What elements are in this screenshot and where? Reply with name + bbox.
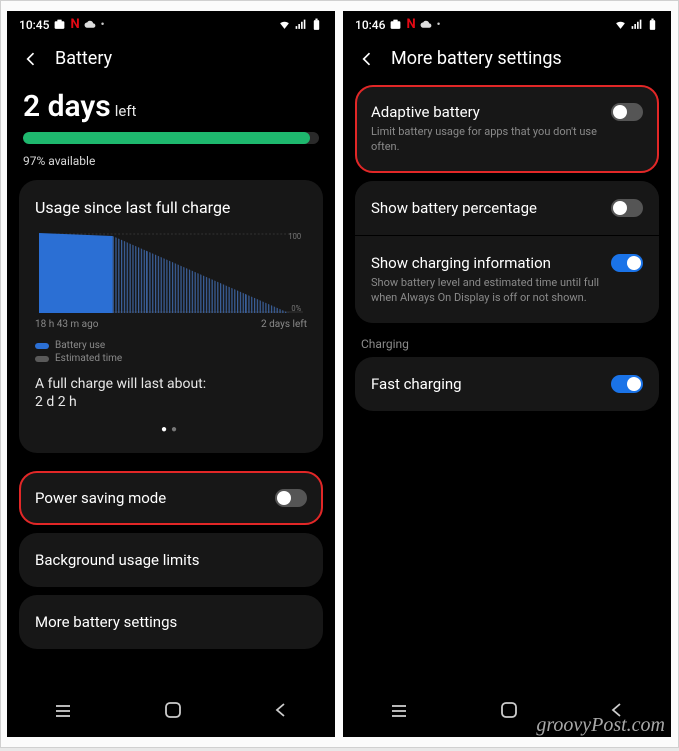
chart-x-right: 2 days left — [261, 319, 307, 330]
background-usage-limits-label: Background usage limits — [35, 551, 199, 569]
more-icon: • — [101, 18, 105, 31]
cloud-icon — [420, 18, 433, 31]
adaptive-battery-sub: Limit battery usage for apps that you do… — [371, 125, 601, 155]
battery-days-remaining: 2 days left — [19, 79, 323, 124]
camera-icon — [53, 18, 66, 31]
usage-card[interactable]: Usage since last full charge 100 0% — [19, 180, 323, 453]
phone-left: 10:45 N • Battery 2 days left — [7, 11, 335, 737]
signal-icon — [630, 18, 643, 31]
signal-icon — [294, 18, 307, 31]
back-button[interactable] — [273, 702, 289, 722]
show-charging-info-sub: Show battery level and estimated time un… — [371, 276, 601, 306]
charging-section-label: Charging — [355, 331, 659, 357]
home-button[interactable] — [500, 701, 518, 723]
header: Battery — [7, 34, 335, 79]
wifi-icon — [278, 18, 291, 31]
show-charging-info-toggle[interactable] — [611, 254, 643, 272]
home-button[interactable] — [164, 701, 182, 723]
show-battery-percentage-row[interactable]: Show battery percentage — [355, 181, 659, 236]
days-value: 2 days — [23, 89, 111, 124]
more-icon: • — [437, 18, 441, 31]
usage-card-title: Usage since last full charge — [35, 198, 307, 217]
more-battery-settings-label: More battery settings — [35, 613, 177, 631]
estimate-block: A full charge will last about: 2 d 2 h — [35, 376, 307, 410]
camera-icon — [389, 18, 402, 31]
chart-legend: Battery use Estimated time — [35, 340, 307, 364]
status-bar: 10:46 N • — [343, 11, 671, 34]
chart-x-left: 18 h 43 m ago — [35, 319, 98, 330]
battery-icon — [310, 18, 323, 31]
status-bar: 10:45 N • — [7, 11, 335, 34]
status-time: 10:46 — [355, 18, 385, 32]
estimate-label: A full charge will last about: — [35, 376, 307, 392]
adaptive-battery-row[interactable]: Adaptive battery Limit battery usage for… — [355, 85, 659, 173]
show-battery-percentage-label: Show battery percentage — [371, 199, 537, 217]
wifi-icon — [614, 18, 627, 31]
fast-charging-row[interactable]: Fast charging — [355, 357, 659, 411]
more-battery-settings-row[interactable]: More battery settings — [19, 595, 323, 649]
battery-progress-bar — [23, 132, 319, 144]
background-usage-limits-row[interactable]: Background usage limits — [19, 533, 323, 587]
card-pagination-dots[interactable]: ●● — [35, 424, 307, 435]
cloud-icon — [84, 18, 97, 31]
header: More battery settings — [343, 34, 671, 79]
battery-icon — [646, 18, 659, 31]
legend-estimated-time: Estimated time — [55, 353, 122, 364]
svg-text:0%: 0% — [291, 304, 301, 313]
back-button[interactable] — [609, 702, 625, 722]
page-title: Battery — [55, 48, 112, 69]
show-battery-percentage-toggle[interactable] — [611, 199, 643, 217]
android-nav-bar — [7, 685, 335, 737]
estimate-value: 2 d 2 h — [35, 394, 307, 410]
power-saving-mode-row[interactable]: Power saving mode — [19, 471, 323, 525]
show-charging-info-label: Show charging information — [371, 254, 601, 272]
battery-usage-chart: 100 0% — [39, 233, 303, 313]
netflix-icon: N — [70, 17, 79, 32]
adaptive-battery-toggle[interactable] — [611, 103, 643, 121]
legend-battery-use: Battery use — [55, 340, 105, 351]
back-icon[interactable] — [357, 49, 377, 69]
adaptive-battery-label: Adaptive battery — [371, 103, 601, 121]
status-time: 10:45 — [19, 18, 49, 32]
page-title: More battery settings — [391, 48, 562, 69]
battery-progress-fill — [23, 132, 310, 144]
phone-right: 10:46 N • More battery settings Adaptive… — [343, 11, 671, 737]
recents-button[interactable] — [53, 703, 73, 722]
recents-button[interactable] — [389, 703, 409, 722]
power-saving-mode-label: Power saving mode — [35, 489, 166, 507]
power-saving-toggle[interactable] — [275, 489, 307, 507]
days-suffix: left — [115, 102, 137, 120]
legend-swatch-blue — [35, 343, 49, 349]
screenshots-container: 10:45 N • Battery 2 days left — [0, 0, 679, 748]
svg-text:100: 100 — [288, 233, 301, 241]
android-nav-bar — [343, 685, 671, 737]
show-charging-info-row[interactable]: Show charging information Show battery l… — [355, 236, 659, 324]
battery-available-text: 97% available — [19, 150, 323, 180]
chart-x-labels: 18 h 43 m ago 2 days left — [35, 319, 307, 330]
netflix-icon: N — [406, 17, 415, 32]
fast-charging-toggle[interactable] — [611, 375, 643, 393]
legend-swatch-grey — [35, 356, 49, 362]
back-icon[interactable] — [21, 49, 41, 69]
fast-charging-label: Fast charging — [371, 375, 462, 393]
